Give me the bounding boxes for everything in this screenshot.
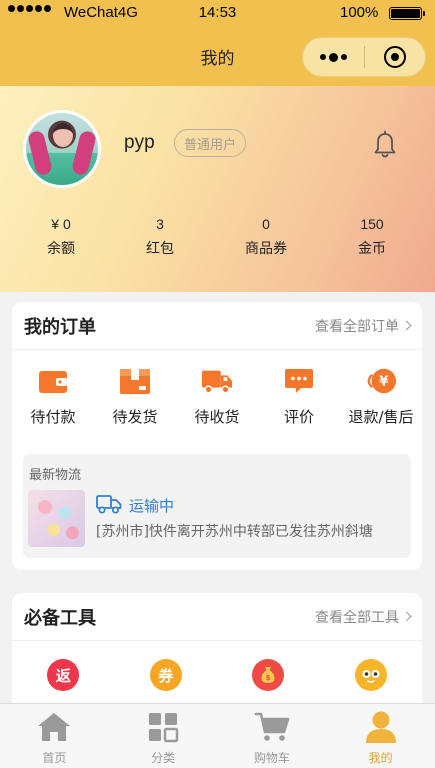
close-miniprogram-button[interactable] <box>365 46 425 68</box>
order-refund[interactable]: ¥ 退款/售后 <box>340 366 422 446</box>
stat-coupon[interactable]: 0 商品券 <box>221 216 311 258</box>
order-to-ship[interactable]: 待发货 <box>94 366 176 446</box>
stat-balance[interactable]: ¥ 0 余额 <box>16 216 106 258</box>
battery-percent: 100% <box>340 4 379 21</box>
svg-text:$: $ <box>266 674 271 682</box>
tab-home[interactable]: 首页 <box>0 704 109 768</box>
logistics-status: 运输中 <box>129 497 175 515</box>
logistics-title: 最新物流 <box>29 468 82 483</box>
username: pyp <box>124 132 155 153</box>
delivery-truck-icon <box>96 495 122 514</box>
product-thumbnail <box>28 490 85 547</box>
chevron-right-icon <box>401 611 412 622</box>
stat-coins[interactable]: 150 金币 <box>327 216 417 258</box>
moneybag-icon: $ <box>252 659 285 691</box>
tool-money[interactable]: $ <box>217 659 320 691</box>
profile-header: pyp 普通用户 ¥ 0 余额 3 红包 0 商品券 150 金币 <box>0 86 435 292</box>
avatar[interactable] <box>23 110 101 188</box>
order-review[interactable]: 评价 <box>258 366 340 446</box>
logistics-description: [苏州市]快件离开苏州中转部已发往苏州斜塘 <box>96 524 373 540</box>
view-all-orders-link[interactable]: 查看全部订单 <box>315 316 412 336</box>
category-icon <box>145 710 181 744</box>
nav-bar: 我的 <box>0 26 435 86</box>
tab-bar: 首页 分类 购物车 我的 <box>0 703 435 768</box>
view-all-tools-link[interactable]: 查看全部工具 <box>315 607 412 627</box>
latest-logistics[interactable]: 最新物流 运输中 [苏州市]快件离开苏州中转部已发往苏州斜塘 <box>23 454 411 558</box>
svg-text:¥: ¥ <box>379 375 388 390</box>
chevron-right-icon <box>401 320 412 331</box>
orders-card: 我的订单 查看全部订单 待付款 待发货 待收货 评价 ¥ 退款/售后 最新物流 … <box>12 302 422 570</box>
target-icon <box>384 46 406 68</box>
tab-category[interactable]: 分类 <box>109 704 218 768</box>
tool-rebate[interactable]: 返 <box>12 659 115 691</box>
tools-title: 必备工具 <box>24 607 96 629</box>
home-icon <box>36 710 72 744</box>
refund-icon: ¥ <box>365 366 397 396</box>
mascot-icon <box>354 659 387 691</box>
orders-title: 我的订单 <box>24 316 96 338</box>
cart-icon <box>254 710 290 744</box>
wallet-icon <box>37 366 69 396</box>
tool-coupon[interactable]: 券 <box>115 659 218 691</box>
status-bar: WeChat4G 14:53 100% <box>0 0 435 26</box>
rebate-icon: 返 <box>47 659 80 691</box>
coupon-icon: 券 <box>149 659 182 691</box>
user-icon <box>363 710 399 744</box>
comment-icon <box>283 366 315 396</box>
tool-mascot[interactable] <box>320 659 423 691</box>
more-menu-button[interactable] <box>303 52 364 62</box>
member-level-badge: 普通用户 <box>174 129 247 157</box>
bell-icon[interactable] <box>371 130 399 160</box>
order-to-receive[interactable]: 待收货 <box>176 366 258 446</box>
battery-icon <box>389 7 425 20</box>
box-icon <box>119 366 151 396</box>
miniprogram-capsule <box>302 37 426 77</box>
tools-row: 返 券 $ <box>12 641 422 691</box>
order-pending-payment[interactable]: 待付款 <box>12 366 94 446</box>
stat-red-packet[interactable]: 3 红包 <box>115 216 205 258</box>
tab-mine[interactable]: 我的 <box>326 704 435 768</box>
order-status-row: 待付款 待发货 待收货 评价 ¥ 退款/售后 <box>12 350 422 446</box>
tab-cart[interactable]: 购物车 <box>218 704 327 768</box>
truck-icon <box>201 366 233 396</box>
